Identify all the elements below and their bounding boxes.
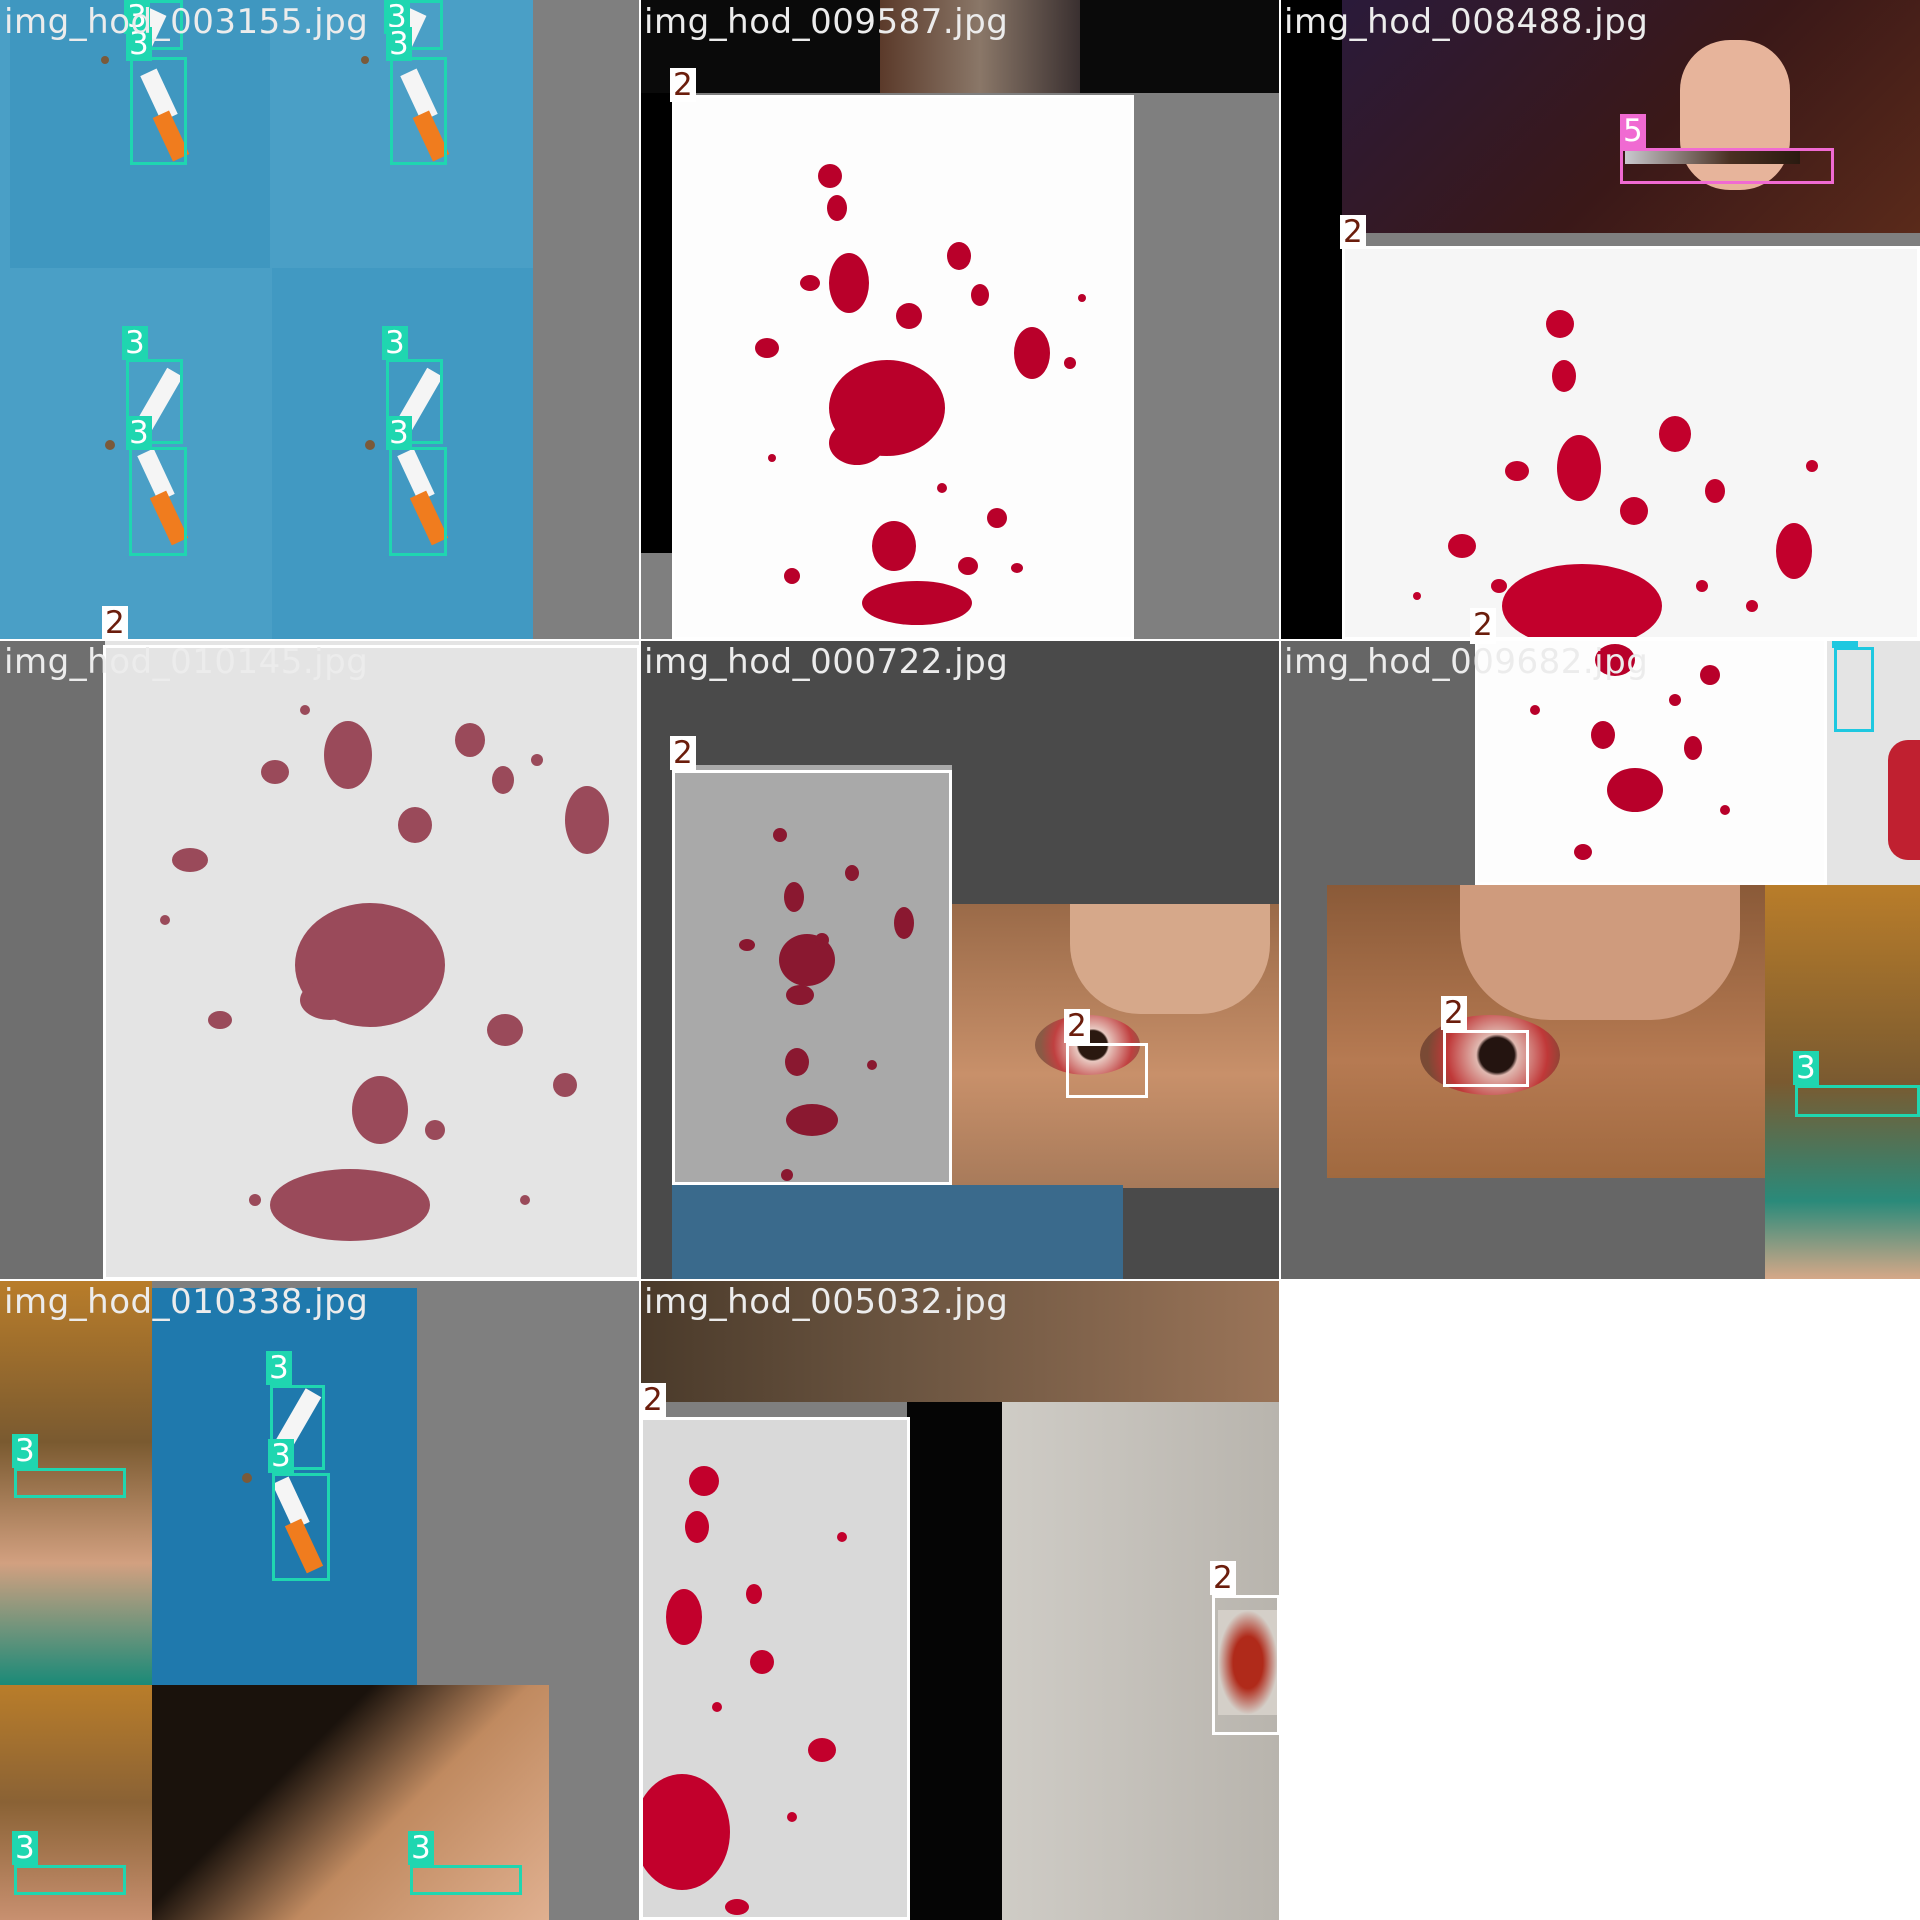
tile-5[interactable]: img_hod_000722.jpg 2 2 <box>640 640 1280 1280</box>
detection-box-blood <box>1066 1043 1148 1098</box>
photo-arm <box>1888 740 1920 860</box>
detection-box-blood <box>1443 1030 1529 1087</box>
tile-filename: img_hod_003155.jpg <box>4 2 369 42</box>
photo-fingers <box>1460 885 1740 1020</box>
photo-woman-smoking <box>1765 885 1920 1280</box>
photo-dark-door <box>907 1402 1002 1920</box>
tile-filename: img_hod_010338.jpg <box>4 1282 369 1322</box>
tile-filename: img_hod_008488.jpg <box>1284 2 1649 42</box>
detection-box-blood <box>672 770 952 1185</box>
detection-box-blood <box>672 95 1134 640</box>
tile-filename: img_hod_009682.jpg <box>1284 642 1649 682</box>
detection-box-blood <box>1212 1595 1280 1735</box>
class-label: 3 <box>266 1351 292 1385</box>
detection-box-cigarette <box>410 1865 522 1895</box>
cigarettes-image <box>101 8 450 546</box>
class-label: 2 <box>1064 1009 1090 1043</box>
class-label: 2 <box>1470 608 1496 640</box>
photo-black-side <box>1280 0 1342 640</box>
tile-filename: img_hod_000722.jpg <box>644 642 1009 682</box>
tile-6[interactable]: img_hod_009682.jpg 2 1 2 3 <box>1280 640 1920 1280</box>
detection-box-knife <box>1620 148 1834 184</box>
class-label: 3 <box>408 1831 434 1865</box>
detection-box-cigarette <box>1795 1085 1920 1117</box>
detection-box-cigarette <box>129 447 187 556</box>
detection-box-finger <box>1834 647 1874 732</box>
class-label: 3 <box>126 416 152 450</box>
tile-filename: img_hod_009587.jpg <box>644 2 1009 42</box>
photo-fingers <box>1070 904 1270 1014</box>
class-label: 2 <box>1210 1561 1236 1595</box>
class-label: 1 <box>1832 640 1858 648</box>
detection-box-cigarette <box>390 57 447 165</box>
detection-box-blood <box>103 645 640 1280</box>
detection-box-cigarette <box>14 1468 126 1498</box>
class-label: 3 <box>386 27 412 61</box>
class-label: 2 <box>670 736 696 770</box>
grid-separator <box>639 0 641 1920</box>
tile-3[interactable]: img_hod_008488.jpg 5 2 2 <box>1280 0 1920 640</box>
tile-4[interactable]: img_hod_010145.jpg 2 <box>0 640 640 1280</box>
class-label: 5 <box>1620 114 1646 148</box>
detection-box-cigarette <box>14 1865 126 1895</box>
tile-filename: img_hod_005032.jpg <box>644 1282 1009 1322</box>
photo-bottom-strip <box>672 1185 1123 1280</box>
class-label: 3 <box>122 326 148 360</box>
empty-cell <box>1280 1280 1920 1920</box>
class-label: 3 <box>1793 1051 1819 1085</box>
class-label: 2 <box>1340 215 1366 249</box>
class-label: 3 <box>12 1831 38 1865</box>
class-label: 2 <box>640 1383 666 1417</box>
detection-box-blood <box>640 1417 910 1920</box>
tile-filename: img_hod_010145.jpg <box>4 642 369 682</box>
class-label: 2 <box>102 606 128 640</box>
detection-box-blood <box>1342 246 1920 640</box>
detection-box-cigarette <box>272 1473 330 1581</box>
class-label: 2 <box>670 68 696 102</box>
class-label: 3 <box>386 416 412 450</box>
tile-8[interactable]: img_hod_005032.jpg 2 2 <box>640 1280 1280 1920</box>
grid-separator <box>0 639 1920 641</box>
class-label: 3 <box>382 326 408 360</box>
class-label: 2 <box>1441 996 1467 1030</box>
class-label: 3 <box>12 1434 38 1468</box>
tile-1[interactable]: img_hod_003155.jpg 3 3 3 3 3 3 3 3 2 <box>0 0 640 640</box>
detection-box-cigarette <box>389 447 447 556</box>
grid-separator <box>0 1279 1920 1281</box>
tile-2[interactable]: img_hod_009587.jpg 2 <box>640 0 1280 640</box>
tile-7[interactable]: img_hod_010338.jpg 3 3 3 3 3 <box>0 1280 640 1920</box>
grid-separator <box>1279 0 1281 1920</box>
photo-black-side <box>640 93 672 553</box>
detection-box-cigarette <box>130 57 187 165</box>
class-label: 3 <box>268 1439 294 1473</box>
